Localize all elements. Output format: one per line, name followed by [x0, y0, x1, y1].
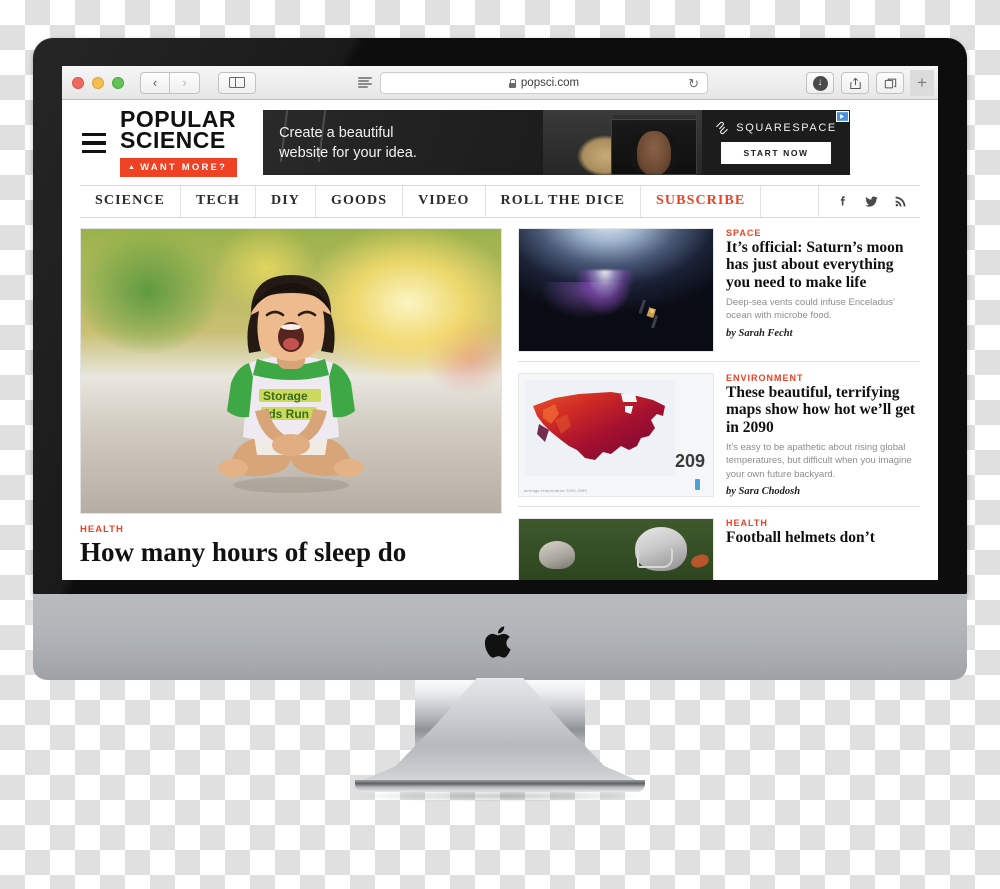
child-yawning-illustration: Storage ids Run: [218, 274, 364, 493]
article-dek: Deep-sea vents could infuse Enceladus’ o…: [726, 296, 895, 322]
article-byline: by Sarah Fecht: [726, 327, 793, 339]
adchoices-icon[interactable]: [836, 111, 850, 123]
article-card-environment[interactable]: 209 average temperature 2090 2099 ENVIRO…: [518, 360, 920, 506]
want-more-button[interactable]: ▲ WANT MORE?: [120, 157, 238, 177]
football-illustration: [689, 552, 711, 570]
squarespace-logo-icon: [716, 122, 729, 135]
facebook-icon[interactable]: [835, 194, 850, 209]
map-logo-icon: [695, 478, 700, 490]
article-category[interactable]: HEALTH: [726, 518, 875, 528]
nav-item-science[interactable]: SCIENCE: [80, 185, 181, 217]
nav-item-tech[interactable]: TECH: [181, 185, 257, 217]
hero-category[interactable]: HEALTH: [80, 524, 502, 535]
brand-line-2: SCIENCE: [120, 127, 226, 154]
ad-portrait: [637, 131, 672, 175]
downloads-button[interactable]: ↓: [806, 72, 834, 94]
toolbar-right-buttons: ↓: [806, 72, 904, 94]
cassini-probe-illustration: [639, 299, 659, 328]
site-logo: POPULAR SCIENCE: [120, 107, 237, 154]
hero-article[interactable]: Storage ids Run HEALTH How many hours of…: [80, 227, 502, 580]
main-navigation: SCIENCE TECH DIY GOODS VIDEO ROLL THE DI…: [80, 184, 920, 218]
nav-item-video[interactable]: VIDEO: [403, 185, 486, 217]
new-tab-button[interactable]: +: [910, 70, 934, 96]
article-thumbnail: [518, 227, 714, 352]
reload-icon[interactable]: ↻: [688, 77, 699, 91]
ad-headline-line-1: Create a beautiful: [279, 124, 394, 141]
nav-spacer: [761, 185, 819, 217]
article-title[interactable]: These beautiful, terrifying maps show ho…: [726, 384, 920, 437]
site-masthead: POPULAR SCIENCE ▲ WANT MORE? Create a be…: [62, 100, 938, 185]
close-window-button[interactable]: [72, 76, 84, 89]
article-category[interactable]: SPACE: [726, 228, 920, 238]
nav-item-subscribe[interactable]: SUBSCRIBE: [641, 185, 762, 217]
share-icon: [849, 77, 861, 89]
want-more-label: WANT MORE?: [140, 161, 228, 173]
minimize-window-button[interactable]: [92, 76, 104, 89]
article-thumbnail: [518, 518, 714, 580]
social-links: [819, 186, 920, 217]
twitter-icon[interactable]: [864, 194, 879, 209]
window-traffic-lights: [72, 76, 124, 89]
article-category[interactable]: ENVIRONMENT: [726, 373, 920, 383]
article-dek: It’s easy to be apathetic about rising g…: [726, 441, 912, 480]
us-heat-map-illustration: [525, 379, 675, 476]
advertisement-banner[interactable]: Create a beautiful website for your idea…: [263, 110, 851, 176]
svg-text:ids Run: ids Run: [265, 407, 309, 421]
browser-toolbar: ‹ › popsci.com ↻ ↓ +: [62, 66, 938, 100]
share-button[interactable]: [841, 72, 869, 94]
sidebar-toggle-button[interactable]: [218, 71, 256, 94]
webpage-content: POPULAR SCIENCE ▲ WANT MORE? Create a be…: [62, 100, 938, 580]
ad-brand-name: SQUARESPACE: [736, 122, 837, 135]
menu-icon[interactable]: [82, 132, 106, 154]
article-title[interactable]: Football helmets don’t: [726, 529, 875, 547]
football-helmet-secondary: [539, 541, 575, 570]
map-credit-label: average temperature 2090 2099: [524, 487, 587, 493]
imac-stand: [355, 678, 645, 788]
sidebar-icon: [229, 76, 245, 89]
ad-brand-panel: SQUARESPACE START NOW: [702, 110, 851, 176]
ad-cta-button[interactable]: START NOW: [721, 142, 831, 165]
apple-logo-icon: [485, 626, 511, 658]
article-text: HEALTH Football helmets don’t: [726, 518, 875, 580]
tabs-icon: [884, 78, 896, 88]
nav-item-diy[interactable]: DIY: [256, 185, 317, 217]
show-tabs-button[interactable]: [876, 72, 904, 94]
ad-headline-line-2: website for your idea.: [279, 144, 417, 161]
article-text: SPACE It’s official: Saturn’s moon has j…: [726, 228, 920, 352]
secondary-articles: SPACE It’s official: Saturn’s moon has j…: [518, 227, 920, 580]
monitor-screen: ‹ › popsci.com ↻ ↓ + POPULAR SCIENCE ▲ W…: [62, 66, 938, 580]
download-icon: ↓: [812, 75, 828, 91]
site-logo-block[interactable]: POPULAR SCIENCE ▲ WANT MORE?: [120, 107, 238, 177]
map-number-label: 209: [674, 450, 705, 471]
ad-tablet-mockup: [611, 114, 698, 176]
featured-grid: Storage ids Run HEALTH How many hours of…: [62, 218, 938, 580]
article-thumbnail: 209 average temperature 2090 2099: [518, 372, 714, 497]
article-card-health[interactable]: HEALTH Football helmets don’t: [518, 506, 920, 580]
svg-text:Storage: Storage: [263, 389, 308, 403]
forward-button[interactable]: ›: [170, 71, 200, 94]
rss-icon[interactable]: [893, 194, 908, 209]
ad-headline: Create a beautiful website for your idea…: [263, 123, 417, 163]
article-byline: by Sara Chodosh: [726, 486, 801, 498]
hero-headline[interactable]: How many hours of sleep do: [80, 537, 502, 567]
article-card-space[interactable]: SPACE It’s official: Saturn’s moon has j…: [518, 227, 920, 361]
back-button[interactable]: ‹: [140, 71, 170, 94]
zoom-window-button[interactable]: [112, 76, 124, 89]
navigation-buttons: ‹ ›: [140, 71, 200, 94]
hero-image: Storage ids Run: [80, 227, 502, 514]
article-text: ENVIRONMENT These beautiful, terrifying …: [726, 373, 920, 497]
imac-shadow: [350, 790, 650, 802]
lock-icon: [508, 78, 517, 88]
url-text: popsci.com: [520, 77, 580, 89]
nav-item-roll-the-dice[interactable]: ROLL THE DICE: [486, 185, 642, 217]
football-helmet-illustration: [635, 527, 687, 572]
address-bar[interactable]: popsci.com ↻: [380, 72, 708, 94]
triangle-icon: ▲: [128, 163, 138, 171]
article-title[interactable]: It’s official: Saturn’s moon has just ab…: [726, 239, 920, 292]
nav-item-goods[interactable]: GOODS: [316, 185, 404, 217]
imac-device: ‹ › popsci.com ↻ ↓ + POPULAR SCIENCE ▲ W…: [0, 0, 1000, 889]
reader-view-icon[interactable]: [358, 77, 372, 88]
